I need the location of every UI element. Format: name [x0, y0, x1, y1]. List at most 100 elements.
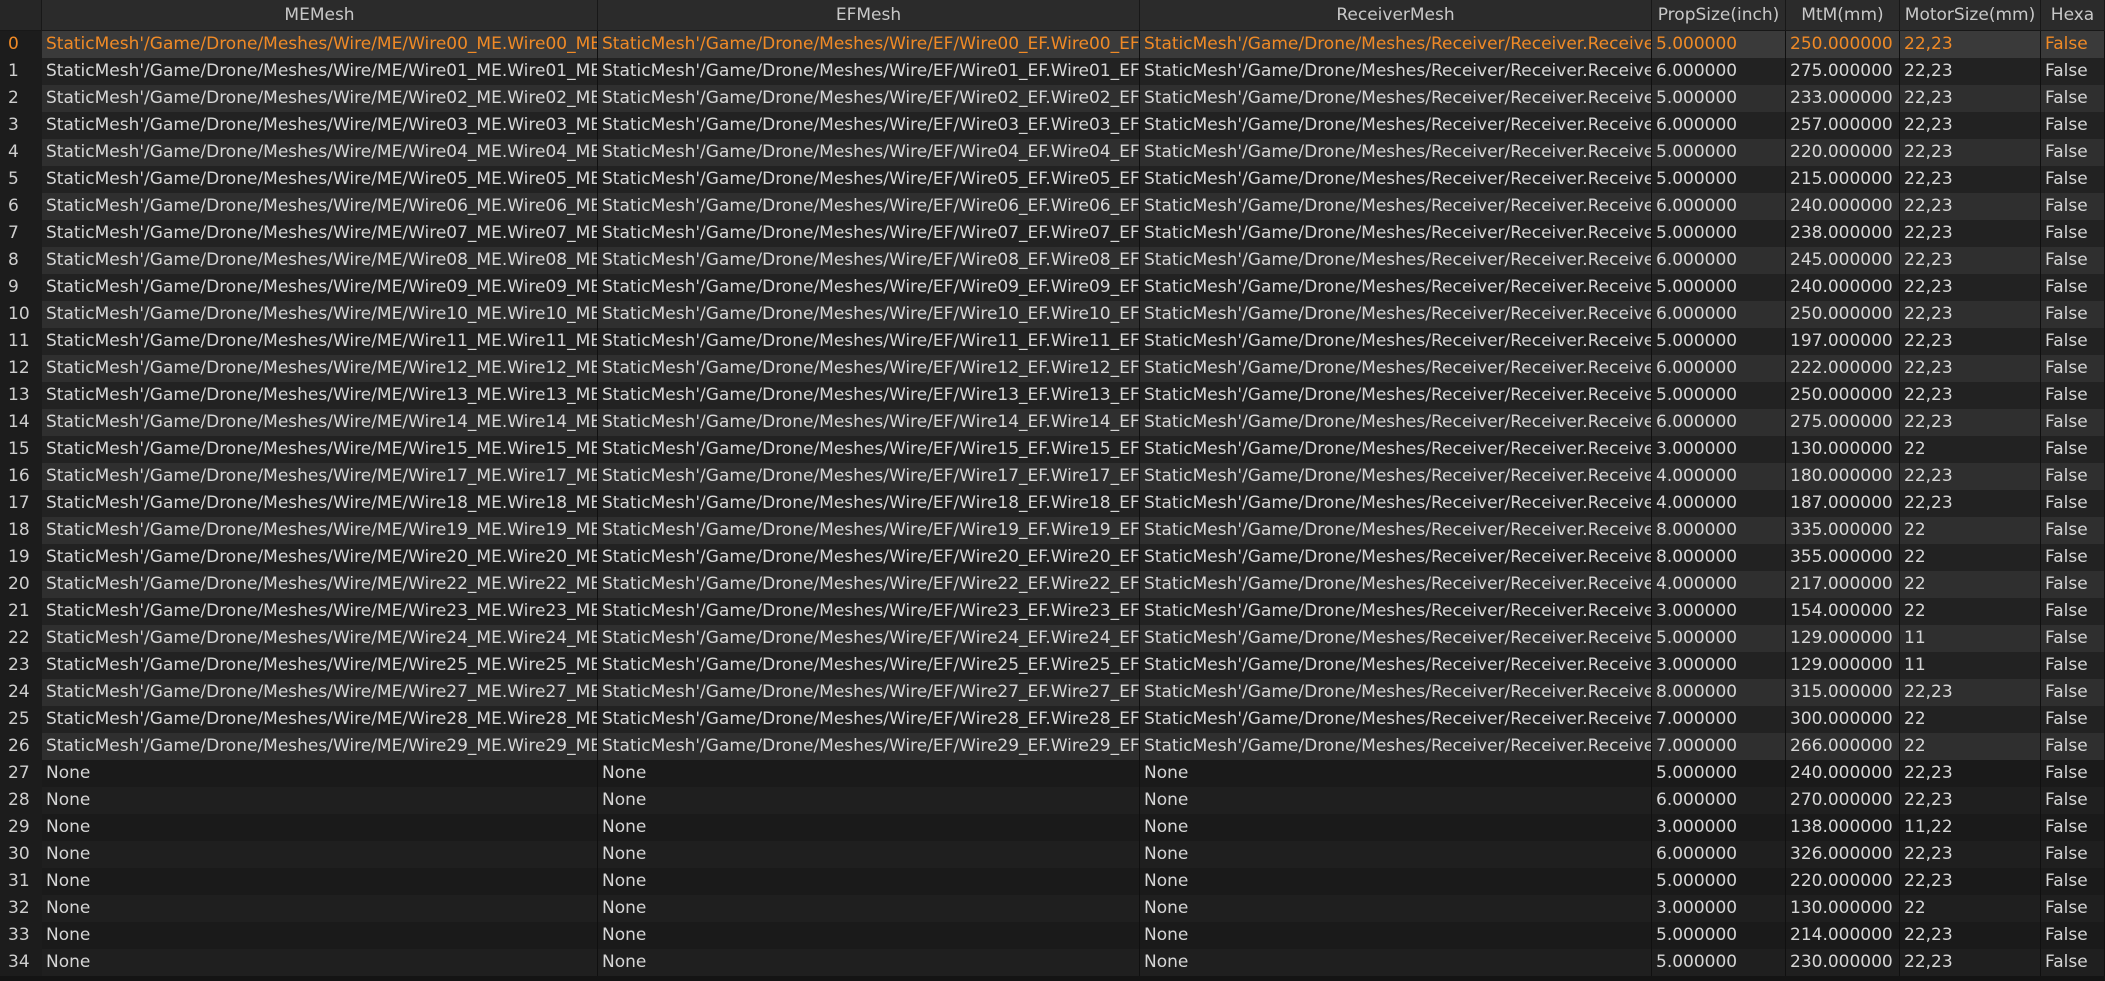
cell-mtm[interactable]: 250.000000	[1786, 301, 1900, 328]
cell-hexa[interactable]: False	[2041, 922, 2105, 949]
cell-motorsize[interactable]: 22,23	[1900, 328, 2041, 355]
column-header-receivermesh[interactable]: ReceiverMesh	[1140, 0, 1652, 31]
cell-mtm[interactable]: 250.000000	[1786, 382, 1900, 409]
cell-mtm[interactable]: 238.000000	[1786, 220, 1900, 247]
cell-propsize[interactable]: 5.000000	[1652, 85, 1786, 112]
cell-hexa[interactable]: False	[2041, 409, 2105, 436]
table-row[interactable]: 34 None None None 5.000000 230.000000 22,23 Fal…	[0, 949, 2105, 976]
column-header-propsize[interactable]: PropSize(inch)	[1652, 0, 1786, 31]
cell-receivermesh[interactable]: StaticMesh'/Game/Drone/Meshes/Receiver/R…	[1140, 31, 1652, 58]
cell-receivermesh[interactable]: StaticMesh'/Game/Drone/Meshes/Receiver/R…	[1140, 490, 1652, 517]
cell-receivermesh[interactable]: None	[1140, 949, 1652, 976]
cell-efmesh[interactable]: StaticMesh'/Game/Drone/Meshes/Wire/EF/Wi…	[598, 274, 1140, 301]
cell-hexa[interactable]: False	[2041, 355, 2105, 382]
cell-efmesh[interactable]: StaticMesh'/Game/Drone/Meshes/Wire/EF/Wi…	[598, 625, 1140, 652]
cell-hexa[interactable]: False	[2041, 679, 2105, 706]
column-header-hexa[interactable]: Hexa	[2041, 0, 2105, 31]
cell-memesh[interactable]: StaticMesh'/Game/Drone/Meshes/Wire/ME/Wi…	[42, 220, 598, 247]
cell-efmesh[interactable]: StaticMesh'/Game/Drone/Meshes/Wire/EF/Wi…	[598, 193, 1140, 220]
cell-propsize[interactable]: 3.000000	[1652, 895, 1786, 922]
column-header-motorsize[interactable]: MotorSize(mm)	[1900, 0, 2041, 31]
cell-mtm[interactable]: 266.000000	[1786, 733, 1900, 760]
cell-receivermesh[interactable]: StaticMesh'/Game/Drone/Meshes/Receiver/R…	[1140, 220, 1652, 247]
row-index[interactable]: 22	[0, 625, 42, 652]
cell-motorsize[interactable]: 22,23	[1900, 58, 2041, 85]
cell-receivermesh[interactable]: StaticMesh'/Game/Drone/Meshes/Receiver/R…	[1140, 733, 1652, 760]
cell-memesh[interactable]: None	[42, 787, 598, 814]
cell-mtm[interactable]: 275.000000	[1786, 58, 1900, 85]
cell-memesh[interactable]: StaticMesh'/Game/Drone/Meshes/Wire/ME/Wi…	[42, 58, 598, 85]
cell-hexa[interactable]: False	[2041, 517, 2105, 544]
cell-propsize[interactable]: 6.000000	[1652, 112, 1786, 139]
cell-propsize[interactable]: 7.000000	[1652, 706, 1786, 733]
cell-memesh[interactable]: StaticMesh'/Game/Drone/Meshes/Wire/ME/Wi…	[42, 517, 598, 544]
cell-memesh[interactable]: None	[42, 922, 598, 949]
cell-efmesh[interactable]: None	[598, 787, 1140, 814]
cell-mtm[interactable]: 217.000000	[1786, 571, 1900, 598]
cell-motorsize[interactable]: 22,23	[1900, 409, 2041, 436]
cell-mtm[interactable]: 245.000000	[1786, 247, 1900, 274]
row-index[interactable]: 13	[0, 382, 42, 409]
cell-hexa[interactable]: False	[2041, 814, 2105, 841]
cell-memesh[interactable]: StaticMesh'/Game/Drone/Meshes/Wire/ME/Wi…	[42, 247, 598, 274]
cell-mtm[interactable]: 180.000000	[1786, 463, 1900, 490]
table-row[interactable]: 14 StaticMesh'/Game/Drone/Meshes/Wire/ME/…	[0, 409, 2105, 436]
cell-mtm[interactable]: 138.000000	[1786, 814, 1900, 841]
table-row[interactable]: 18 StaticMesh'/Game/Drone/Meshes/Wire/ME/…	[0, 517, 2105, 544]
cell-efmesh[interactable]: StaticMesh'/Game/Drone/Meshes/Wire/EF/Wi…	[598, 652, 1140, 679]
row-index[interactable]: 24	[0, 679, 42, 706]
cell-efmesh[interactable]: StaticMesh'/Game/Drone/Meshes/Wire/EF/Wi…	[598, 409, 1140, 436]
table-row[interactable]: 25 StaticMesh'/Game/Drone/Meshes/Wire/ME/…	[0, 706, 2105, 733]
cell-hexa[interactable]: False	[2041, 247, 2105, 274]
cell-motorsize[interactable]: 22,23	[1900, 760, 2041, 787]
cell-memesh[interactable]: StaticMesh'/Game/Drone/Meshes/Wire/ME/Wi…	[42, 382, 598, 409]
cell-efmesh[interactable]: None	[598, 760, 1140, 787]
cell-hexa[interactable]: False	[2041, 112, 2105, 139]
cell-memesh[interactable]: StaticMesh'/Game/Drone/Meshes/Wire/ME/Wi…	[42, 463, 598, 490]
cell-memesh[interactable]: StaticMesh'/Game/Drone/Meshes/Wire/ME/Wi…	[42, 625, 598, 652]
cell-motorsize[interactable]: 22,23	[1900, 301, 2041, 328]
cell-mtm[interactable]: 315.000000	[1786, 679, 1900, 706]
cell-efmesh[interactable]: StaticMesh'/Game/Drone/Meshes/Wire/EF/Wi…	[598, 301, 1140, 328]
cell-mtm[interactable]: 197.000000	[1786, 328, 1900, 355]
cell-mtm[interactable]: 250.000000	[1786, 31, 1900, 58]
cell-receivermesh[interactable]: StaticMesh'/Game/Drone/Meshes/Receiver/R…	[1140, 409, 1652, 436]
cell-efmesh[interactable]: StaticMesh'/Game/Drone/Meshes/Wire/EF/Wi…	[598, 679, 1140, 706]
cell-receivermesh[interactable]: StaticMesh'/Game/Drone/Meshes/Receiver/R…	[1140, 85, 1652, 112]
cell-motorsize[interactable]: 22,23	[1900, 949, 2041, 976]
cell-efmesh[interactable]: StaticMesh'/Game/Drone/Meshes/Wire/EF/Wi…	[598, 355, 1140, 382]
cell-receivermesh[interactable]: None	[1140, 922, 1652, 949]
row-index[interactable]: 20	[0, 571, 42, 598]
cell-motorsize[interactable]: 22	[1900, 436, 2041, 463]
cell-hexa[interactable]: False	[2041, 274, 2105, 301]
row-index[interactable]: 6	[0, 193, 42, 220]
table-row[interactable]: 23 StaticMesh'/Game/Drone/Meshes/Wire/ME/…	[0, 652, 2105, 679]
table-row[interactable]: 27 None None None 5.000000 240.000000 22,23 Fal…	[0, 760, 2105, 787]
cell-propsize[interactable]: 5.000000	[1652, 328, 1786, 355]
cell-mtm[interactable]: 130.000000	[1786, 895, 1900, 922]
row-index[interactable]: 14	[0, 409, 42, 436]
cell-motorsize[interactable]: 11	[1900, 625, 2041, 652]
column-header-efmesh[interactable]: EFMesh	[598, 0, 1140, 31]
cell-efmesh[interactable]: None	[598, 814, 1140, 841]
row-index[interactable]: 34	[0, 949, 42, 976]
cell-receivermesh[interactable]: StaticMesh'/Game/Drone/Meshes/Receiver/R…	[1140, 166, 1652, 193]
column-header-index[interactable]	[0, 0, 42, 31]
cell-mtm[interactable]: 129.000000	[1786, 652, 1900, 679]
cell-mtm[interactable]: 154.000000	[1786, 598, 1900, 625]
cell-receivermesh[interactable]: None	[1140, 895, 1652, 922]
cell-memesh[interactable]: StaticMesh'/Game/Drone/Meshes/Wire/ME/Wi…	[42, 544, 598, 571]
cell-efmesh[interactable]: None	[598, 868, 1140, 895]
cell-propsize[interactable]: 4.000000	[1652, 463, 1786, 490]
row-index[interactable]: 3	[0, 112, 42, 139]
cell-efmesh[interactable]: None	[598, 841, 1140, 868]
cell-propsize[interactable]: 3.000000	[1652, 598, 1786, 625]
column-header-mtm[interactable]: MtM(mm)	[1786, 0, 1900, 31]
table-row[interactable]: 9 StaticMesh'/Game/Drone/Meshes/Wire/ME/W…	[0, 274, 2105, 301]
row-index[interactable]: 28	[0, 787, 42, 814]
table-row[interactable]: 21 StaticMesh'/Game/Drone/Meshes/Wire/ME/…	[0, 598, 2105, 625]
row-index[interactable]: 31	[0, 868, 42, 895]
cell-efmesh[interactable]: StaticMesh'/Game/Drone/Meshes/Wire/EF/Wi…	[598, 85, 1140, 112]
cell-motorsize[interactable]: 11,22	[1900, 814, 2041, 841]
cell-hexa[interactable]: False	[2041, 733, 2105, 760]
